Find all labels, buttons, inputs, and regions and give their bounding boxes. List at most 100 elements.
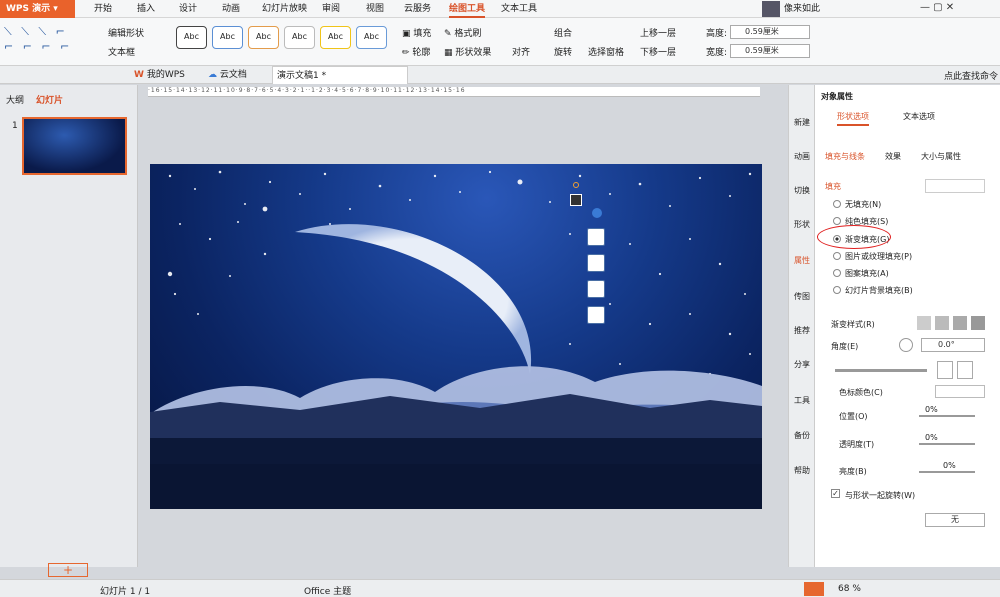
sub-fill-line[interactable]: 填充与线条 [825,151,865,162]
width-field[interactable]: 0.59厘米 [730,44,810,58]
edit-shape-button[interactable]: 编辑形状 [108,26,144,39]
none-value-field[interactable]: 无 [925,513,985,527]
angle-field[interactable]: 0.0° [921,338,985,352]
window-controls[interactable]: — ▢ ✕ [920,2,954,13]
style-preset-4[interactable]: Abc [284,26,315,49]
gradient-style-2[interactable] [935,316,949,330]
gradient-stop-slider[interactable] [835,369,927,372]
layers-icon[interactable] [587,306,605,324]
search-command[interactable]: 点此查找命令 [944,69,998,82]
slide-thumbnail[interactable] [22,117,127,175]
menu-slideshow[interactable]: 幻灯片放映 [262,0,307,18]
remove-stop-button[interactable] [957,361,973,379]
sub-effects[interactable]: 效果 [885,151,901,162]
menu-cloud[interactable]: 云服务 [404,0,431,18]
sidebar-item-animation[interactable]: 动画 [789,151,815,162]
position-slider[interactable] [919,415,975,417]
fill-bucket-icon[interactable] [587,254,605,272]
add-stop-button[interactable] [937,361,953,379]
tab-shape-options[interactable]: 形状选项 [837,111,869,126]
radio-solid-fill[interactable] [833,217,841,225]
sidebar-item-recommend[interactable]: 推荐 [789,325,815,336]
sidebar-item-backup[interactable]: 备份 [789,430,815,441]
style-preset-1[interactable]: Abc [176,26,207,49]
menu-text-tools[interactable]: 文本工具 [501,0,537,18]
fill-section-header[interactable]: 填充 [825,181,841,192]
menu-animation[interactable]: 动画 [222,0,240,18]
transparency-label: 透明度(T) [839,440,875,449]
tab-outline[interactable]: 大纲 [6,93,24,106]
sidebar-item-shape[interactable]: 形状 [789,219,815,230]
text-box-button[interactable]: 文本框 [108,45,135,58]
outline-button[interactable]: ✏ 轮廓 [402,45,430,58]
radio-no-fill[interactable] [833,200,841,208]
brightness-slider[interactable] [919,471,975,473]
sidebar-item-share[interactable]: 分享 [789,359,815,370]
sidebar-item-transition[interactable]: 切换 [789,185,815,196]
group-button[interactable]: 组合 [554,26,572,39]
rotate-with-shape-checkbox[interactable]: ✓ [831,489,840,498]
style-preset-2[interactable]: Abc [212,26,243,49]
sub-size[interactable]: 大小与属性 [921,151,961,162]
tab-cloud-docs[interactable]: ☁ 云文档 [204,66,268,84]
rotate-button[interactable]: 旋转 [554,45,572,58]
slide-info: 幻灯片 1 / 1 [100,587,151,597]
tab-slides[interactable]: 幻灯片 [36,93,63,106]
menu-view[interactable]: 视图 [366,0,384,18]
zoom-level[interactable]: 68 % [838,584,861,594]
rotate-handle[interactable] [573,182,579,188]
theme-name: Office 主题 [304,587,352,597]
highlight-annotation [817,225,891,249]
height-field[interactable]: 0.59厘米 [730,25,810,39]
style-preset-5[interactable]: Abc [320,26,351,49]
send-backward-button[interactable]: 下移一层 [640,45,676,58]
fill-button[interactable]: ▣ 填充 [402,26,431,39]
radio-slide-background-fill[interactable] [833,286,841,294]
menu-home[interactable]: 开始 [94,0,112,18]
avatar[interactable] [762,1,780,17]
app-menu-button[interactable]: WPS 演示 ▾ [0,0,75,18]
angle-dial[interactable] [899,338,913,352]
style-preset-6[interactable]: Abc [356,26,387,49]
transparency-slider[interactable] [919,443,975,445]
pen-icon[interactable] [587,228,605,246]
stop-color-label: 色标颜色(C) [839,388,883,397]
shape-effects-button[interactable]: ▦ 形状效果 [444,45,491,58]
radio-pattern-fill[interactable] [833,269,841,277]
menu-bar: WPS 演示 ▾ 开始 插入 设计 动画 幻灯片放映 审阅 视图 云服务 绘图工… [0,0,1000,18]
account-name[interactable]: 像来如此 [784,0,820,18]
outline-icon[interactable] [587,280,605,298]
sidebar-item-tools[interactable]: 工具 [789,395,815,406]
gradient-style-4[interactable] [971,316,985,330]
line-shapes-gallery[interactable]: ⟍ ⟍ ⟍ ⌐ ⌐ ⌐ ⌐ ⌐ [4,24,92,58]
radio-picture-fill[interactable] [833,252,841,260]
bring-forward-button[interactable]: 上移一层 [640,26,676,39]
menu-review[interactable]: 审阅 [322,0,340,18]
gradient-style-3[interactable] [953,316,967,330]
align-button[interactable]: 对齐 [512,45,530,58]
format-painter-button[interactable]: ✎ 格式刷 [444,26,481,39]
tab-document[interactable]: 演示文稿1 * [272,66,408,84]
add-slide-button[interactable]: + [48,563,88,577]
slide-canvas[interactable] [150,164,762,509]
label-slide-background-fill: 幻灯片背景填充(B) [845,286,913,295]
fill-color-field[interactable] [925,179,985,193]
sidebar-item-properties[interactable]: 属性 [789,255,815,266]
selected-shape-handle[interactable] [570,194,582,206]
task-sidebar: 新建 动画 切换 形状 属性 传图 推荐 分享 工具 备份 帮助 [788,85,814,567]
gradient-style-1[interactable] [917,316,931,330]
sidebar-item-new[interactable]: 新建 [789,117,815,128]
menu-drawing-tools[interactable]: 绘图工具 [449,0,486,18]
play-slideshow-button[interactable] [804,582,824,596]
menu-design[interactable]: 设计 [179,0,197,18]
tab-text-options[interactable]: 文本选项 [903,111,935,122]
minus-icon[interactable] [592,208,602,218]
stop-color-select[interactable] [935,385,985,398]
brightness-value: 0% [943,461,956,470]
menu-insert[interactable]: 插入 [137,0,155,18]
sidebar-item-help[interactable]: 帮助 [789,465,815,476]
selection-pane-button[interactable]: 选择窗格 [588,45,624,58]
tab-my-wps[interactable]: W 我的WPS [130,66,200,84]
style-preset-3[interactable]: Abc [248,26,279,49]
sidebar-item-upload[interactable]: 传图 [789,291,815,302]
